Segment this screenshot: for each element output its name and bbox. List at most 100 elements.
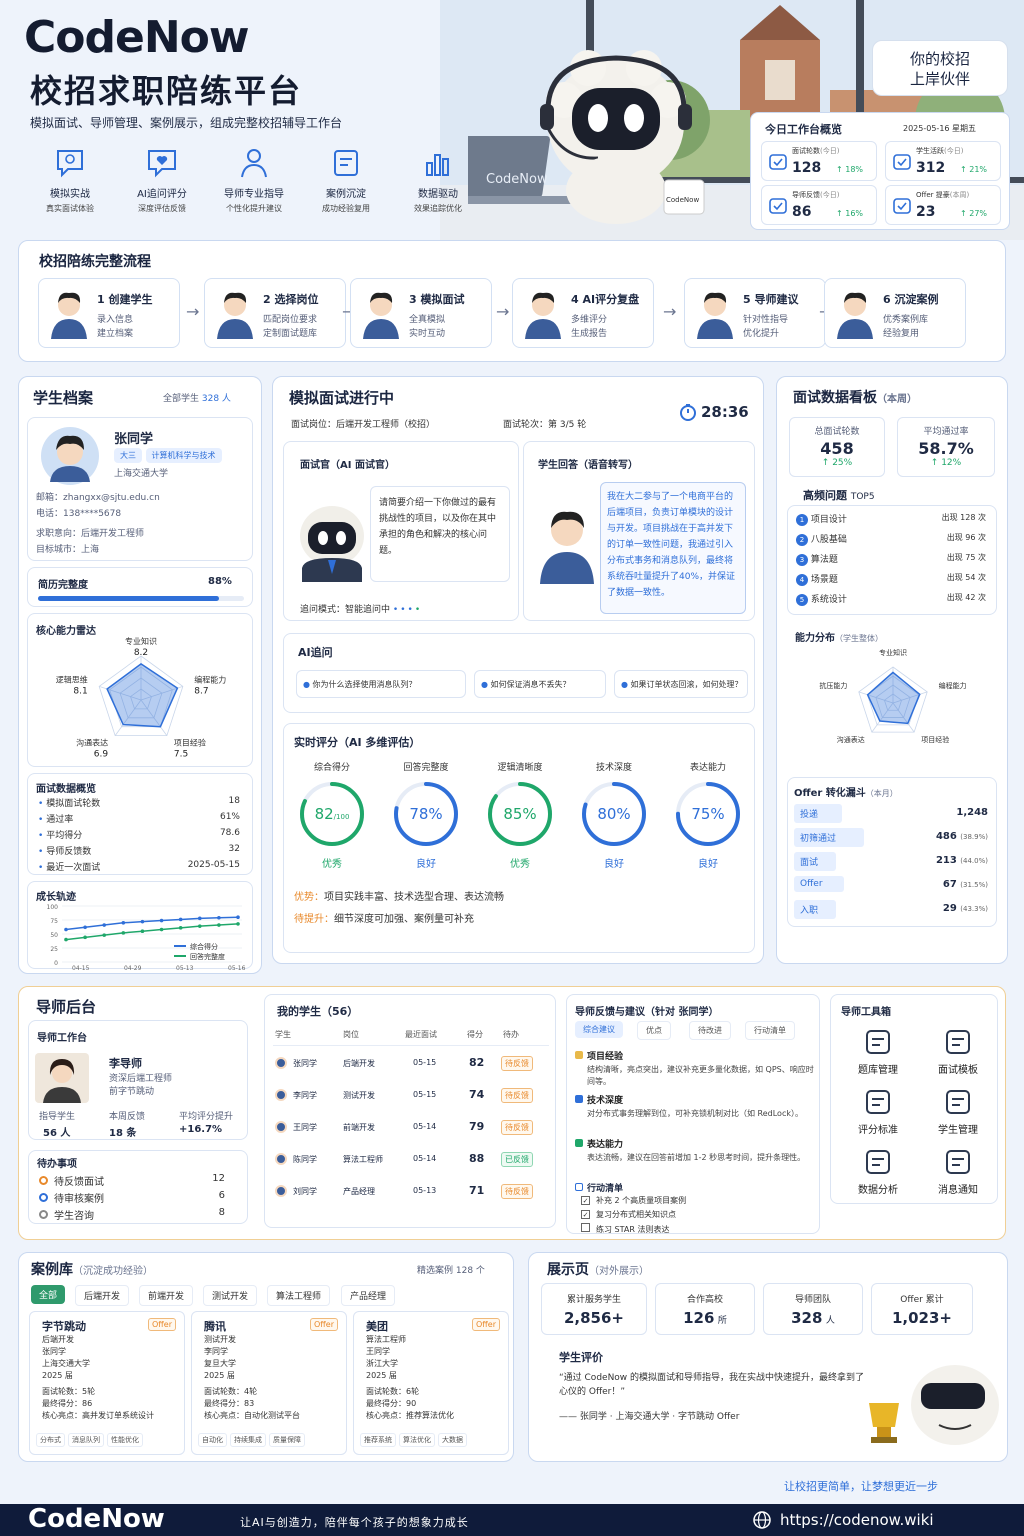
review-text: “通过 CodeNow 的模拟面试和导师指导，我在实战中快速提升，最终拿到了心仪… (559, 1373, 865, 1397)
flow-step[interactable]: 5 导师建议 针对性指导 优化提升 (684, 278, 826, 348)
action-item[interactable]: 练习 STAR 法则表达 (581, 1223, 669, 1235)
feedback-tab[interactable]: 优点 (637, 1021, 671, 1040)
todo-row[interactable]: 学生咨询 8 (39, 1207, 239, 1222)
table-row[interactable]: 刘同学 产品经理 05-13 71 待反馈 (265, 1181, 555, 1209)
row-todo-badge[interactable]: 待反馈 (501, 1056, 533, 1071)
row-todo-badge[interactable]: 待反馈 (501, 1088, 533, 1103)
action-item[interactable]: ✓ 复习分布式相关知识点 (581, 1209, 676, 1220)
todo-label: 待反馈面试 (54, 1177, 104, 1188)
tool-item[interactable]: 消息通知 (923, 1147, 993, 1196)
today-kpi-card[interactable]: 学生活跃(今日) 312 ↑ 21% (885, 141, 1001, 181)
case-hl-label: 核心亮点： (42, 1411, 82, 1420)
feedback-tab[interactable]: 综合建议 (575, 1021, 623, 1038)
student-profile-panel: 学生档案 全部学生 328 人 张同学 大三 计算机科学与技术 上海交通大学 邮… (18, 376, 262, 974)
overview-row: • 平均得分 78.6 (38, 828, 244, 841)
score-name: 回答完整度 (403, 763, 449, 773)
mentor-stat2-label: 本周反馈 (109, 1112, 146, 1122)
todo-row[interactable]: 待反馈面试 12 (39, 1173, 239, 1188)
feedback-tab[interactable]: 待改进 (689, 1021, 731, 1040)
answer-text: 我在大二参与了一个电商平台的后端项目，负责订单模块的设计与开发。项目挑战在于高并… (607, 492, 736, 598)
row-todo-badge[interactable]: 待反馈 (501, 1120, 533, 1135)
intent-label: 求职意向： (36, 529, 82, 539)
today-kpi-card[interactable]: 面试轮数(今日) 128 ↑ 18% (761, 141, 877, 181)
followup-question-chip[interactable]: ● 你为什么选择使用消息队列？ (296, 670, 466, 698)
today-kpi-period: (今日) (820, 147, 840, 155)
showcase-stat-label: Offer 累计 (900, 1295, 944, 1305)
feature-item: AI追问评分 深度评估反馈 (118, 145, 206, 214)
tool-item[interactable]: 学生管理 (923, 1087, 993, 1136)
followup-question-chip[interactable]: ● 如何保证消息不丢失？ (474, 670, 606, 698)
today-kpi-card[interactable]: Offer 提豪(本周) 23 ↑ 27% (885, 185, 1001, 225)
today-kpi-delta: ↑ 18% (836, 165, 864, 174)
footer-url-link[interactable]: https://codenow.wiki (752, 1510, 934, 1530)
table-row[interactable]: 王同学 前端开发 05-14 79 待反馈 (265, 1117, 555, 1145)
email-line: 邮箱：zhangxx@sjtu.edu.cn (36, 490, 160, 503)
tool-item[interactable]: 题库管理 (843, 1027, 913, 1076)
flow-step[interactable]: 6 沉淀案例 优秀案例库 经验复用 (824, 278, 966, 348)
top-question-row[interactable]: 2 八股基础 出现 96 次 (796, 532, 990, 548)
overview-row: • 最近一次面试 2025-05-15 (38, 860, 244, 873)
case-card[interactable]: 字节跳动 Offer 后端开发 张同学 上海交通大学 2025 届面试轮数：5轮 最终得分：… (29, 1311, 185, 1455)
kpi2-delta: ↑ 12% (930, 458, 962, 468)
bullet-icon: • (38, 863, 44, 873)
top-question-row[interactable]: 1 项目设计 出现 128 次 (796, 512, 990, 528)
tool-item[interactable]: 数据分析 (843, 1147, 913, 1196)
top-question-row[interactable]: 3 算法题 出现 75 次 (796, 552, 990, 568)
case-count-value: 128 个 (455, 1266, 485, 1276)
ability-radar-chart: 专业知识 8.2 编程能力 8.7 项目经验 7.5 沟通表达 6.9 逻辑思维 8.1 (56, 636, 227, 759)
row-todo-badge[interactable]: 待反馈 (501, 1184, 533, 1199)
table-row[interactable]: 陈同学 算法工程师 05-14 88 已反馈 (265, 1149, 555, 1177)
feedback-tab[interactable]: 行动清单 (745, 1021, 795, 1040)
all-students-link[interactable]: 全部学生 328 人 (163, 391, 231, 404)
series-completeness-point (121, 931, 126, 935)
tool-item[interactable]: 评分标准 (843, 1087, 913, 1136)
top-question-row[interactable]: 5 系统设计 出现 42 次 (796, 592, 990, 608)
case-offer-badge: Offer (471, 1318, 500, 1331)
case-card[interactable]: 美团 Offer 算法工程师 王同学 浙江大学 2025 届面试轮数：6轮 最终得分：90 核… (353, 1311, 509, 1455)
followup-question-chip[interactable]: ● 如果订单状态回滚，如何处理？ (614, 670, 748, 698)
case-tag: 性能优化 (107, 1433, 143, 1447)
tool-item[interactable]: 面试模板 (923, 1027, 993, 1076)
flow-step[interactable]: 2 选择岗位 匹配岗位要求 定制面试题库 (204, 278, 346, 348)
case-filter-chip[interactable]: 算法工程师 (267, 1285, 331, 1306)
case-card[interactable]: 腾讯 Offer 测试开发 李同学 复旦大学 2025 届面试轮数：4轮 最终得分：83 核心… (191, 1311, 347, 1455)
funnel-value-wrap: 67 (31.5%) (943, 879, 988, 890)
case-filter-chip[interactable]: 全部 (31, 1285, 66, 1304)
series-completeness-point (197, 924, 202, 928)
mentor-stat3-value: +16.7% (179, 1124, 223, 1135)
action-item[interactable]: ✓ 补充 2 个高质量项目案例 (581, 1195, 686, 1206)
case-filter-chip[interactable]: 产品经理 (341, 1285, 396, 1306)
case-filter-chip[interactable]: 测试开发 (203, 1285, 258, 1306)
top-question-row[interactable]: 4 场景题 出现 54 次 (796, 572, 990, 588)
checkbox-checked-icon[interactable]: ✓ (581, 1196, 590, 1205)
score-ring-item: 综合得分 82/100 优秀 (292, 760, 372, 880)
top-title-text: 高频问题 (803, 489, 847, 502)
feature-list: 模拟实战 真实面试体验 AI追问评分 深度评估反馈 导师专业指导 个性化提升建议 案例沉淀成… (26, 145, 462, 225)
flow-step[interactable]: 4 AI评分复盘 多维评分 生成报告 (512, 278, 654, 348)
flow-step[interactable]: 1 创建学生 录入信息 建立档案 (38, 278, 180, 348)
footer-logo: CodeNow (28, 1504, 165, 1534)
answer-bubble: 我在大二参与了一个电商平台的后端项目，负责订单模块的设计与开发。项目挑战在于高并… (600, 482, 746, 614)
row-todo-badge[interactable]: 已反馈 (501, 1152, 533, 1167)
checkbox-empty-icon[interactable] (581, 1223, 590, 1232)
table-row[interactable]: 李同学 测试开发 05-15 74 待反馈 (265, 1085, 555, 1113)
mode-label: 追问模式： (300, 605, 346, 615)
case-tag: 质量保障 (269, 1433, 305, 1447)
feedback-item-text: 结构清晰，亮点突出，建议补充更多量化数据，如 QPS、响应时间等。 (587, 1065, 814, 1086)
kpi1-label: 总面试轮数 (814, 427, 860, 437)
case-rounds: 面试轮数：5轮 (42, 1386, 154, 1398)
series-composite-point (64, 927, 68, 932)
today-kpi-card[interactable]: 导师反馈(今日) 86 ↑ 16% (761, 185, 877, 225)
flow-step[interactable]: 3 模拟面试 全真模拟 实时互动 (350, 278, 492, 348)
table-row[interactable]: 张同学 后端开发 05-15 82 待反馈 (265, 1053, 555, 1081)
x-tick: 04-15 (72, 965, 90, 970)
checkbox-checked-icon[interactable]: ✓ (581, 1210, 590, 1219)
tool-label: 评分标准 (858, 1125, 898, 1136)
case-tag: 持续集成 (230, 1433, 266, 1447)
case-filter-chip[interactable]: 前端开发 (139, 1285, 194, 1306)
top-question-count: 出现 128 次 (941, 513, 986, 522)
showcase-stat-label: 合作高校 (686, 1295, 723, 1305)
todo-row[interactable]: 待审核案例 6 (39, 1190, 239, 1205)
case-filter-chip[interactable]: 后端开发 (75, 1285, 130, 1306)
bullet-icon: • (38, 831, 44, 841)
